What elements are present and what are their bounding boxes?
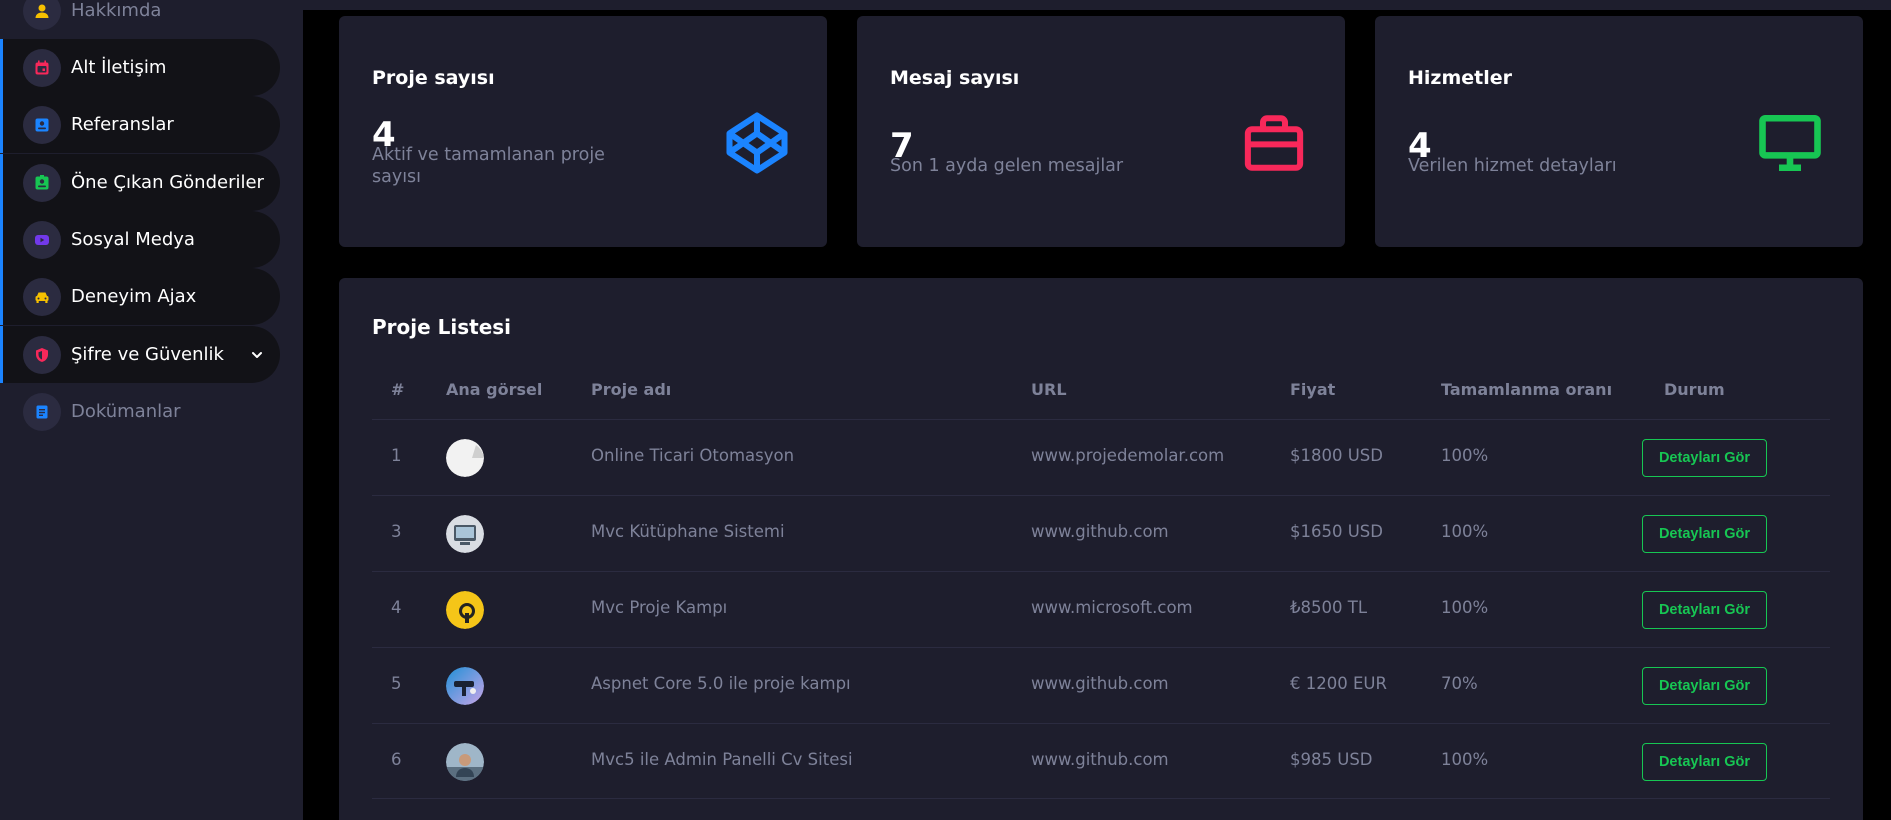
stat-title: Mesaj sayısı <box>890 67 1020 89</box>
cell-project-name: Online Ticari Otomasyon <box>591 446 795 465</box>
chevron-down-icon[interactable] <box>250 347 264 366</box>
cell-price: ₺8500 TL <box>1290 598 1368 617</box>
sidebar-item-deneyim-ajax[interactable]: Deneyim Ajax <box>0 268 280 325</box>
briefcase-icon <box>1241 110 1307 180</box>
cell-url: www.github.com <box>1031 522 1169 541</box>
cell-url: www.microsoft.com <box>1031 598 1193 617</box>
sidebar-item-label: Alt İletişim <box>71 57 167 78</box>
featured-badge-icon <box>23 163 61 202</box>
details-button[interactable]: Detayları Gör <box>1642 743 1767 781</box>
user-icon <box>23 0 61 30</box>
column-header-name: Proje adı <box>591 380 672 399</box>
table-row: 4 Mvc Proje Kampı www.microsoft.com ₺850… <box>372 571 1830 647</box>
sidebar-item-one-cikan-gonderiler[interactable]: Öne Çıkan Gönderiler <box>0 154 280 211</box>
column-header-id: # <box>391 380 405 399</box>
shield-icon <box>23 335 61 374</box>
project-thumbnail <box>446 667 484 705</box>
stat-card-messages: Mesaj sayısı 7 Son 1 ayda gelen mesajlar <box>857 16 1345 247</box>
project-thumbnail <box>446 743 484 781</box>
sidebar-item-label: Şifre ve Güvenlik <box>71 344 224 365</box>
cell-price: $1650 USD <box>1290 522 1383 541</box>
table-row: 1 Online Ticari Otomasyon www.projedemol… <box>372 419 1830 495</box>
contact-card-icon <box>23 105 61 144</box>
cell-url: www.projedemolar.com <box>1031 446 1225 465</box>
project-list-card: Proje Listesi # Ana görsel Proje adı URL… <box>339 278 1863 820</box>
sidebar-item-label: Deneyim Ajax <box>71 286 197 307</box>
cell-price: $985 USD <box>1290 750 1373 769</box>
cell-project-name: Mvc Proje Kampı <box>591 598 728 617</box>
document-icon <box>23 392 61 431</box>
cell-project-name: Aspnet Core 5.0 ile proje kampı <box>591 674 851 693</box>
sidebar-item-label: Referanslar <box>71 114 174 135</box>
details-button[interactable]: Detayları Gör <box>1642 591 1767 629</box>
cell-progress: 100% <box>1441 522 1489 541</box>
sidebar-item-sifre-ve-guvenlik[interactable]: Şifre ve Güvenlik <box>0 326 280 383</box>
project-thumbnail <box>446 439 484 477</box>
stat-description: Son 1 ayda gelen mesajlar <box>890 156 1124 176</box>
car-icon <box>23 277 61 316</box>
cell-url: www.github.com <box>1031 750 1169 769</box>
cell-id: 1 <box>391 446 402 465</box>
cell-project-name: Mvc Kütüphane Sistemi <box>591 522 785 541</box>
cell-id: 5 <box>391 674 402 693</box>
stat-card-services: Hizmetler 4 Verilen hizmet detayları <box>1375 16 1863 247</box>
cell-price: $1800 USD <box>1290 446 1383 465</box>
column-header-url: URL <box>1031 380 1067 399</box>
column-header-price: Fiyat <box>1290 380 1336 399</box>
column-header-image: Ana görsel <box>446 380 543 399</box>
stat-title: Proje sayısı <box>372 67 495 89</box>
details-button[interactable]: Detayları Gör <box>1642 667 1767 705</box>
cell-progress: 70% <box>1441 674 1478 693</box>
details-button[interactable]: Detayları Gör <box>1642 439 1767 477</box>
project-thumbnail <box>446 591 484 629</box>
sidebar-item-label: Hakkımda <box>71 0 162 21</box>
column-header-status: Durum <box>1664 380 1725 399</box>
cell-id: 3 <box>391 522 402 541</box>
sidebar-item-hakkimda[interactable]: Hakkımda <box>0 0 280 39</box>
table-row: 3 Mvc Kütüphane Sistemi www.github.com $… <box>372 495 1830 571</box>
table-row: 6 Mvc5 ile Admin Panelli Cv Sitesi www.g… <box>372 723 1830 799</box>
stat-title: Hizmetler <box>1408 67 1513 89</box>
sidebar-item-alt-iletisim[interactable]: Alt İletişim <box>0 39 280 96</box>
header-bar <box>303 0 1891 10</box>
cell-project-name: Mvc5 ile Admin Panelli Cv Sitesi <box>591 750 853 769</box>
details-button[interactable]: Detayları Gör <box>1642 515 1767 553</box>
youtube-icon <box>23 220 61 259</box>
column-header-progress: Tamamlanma oranı <box>1441 380 1613 399</box>
cell-price: € 1200 EUR <box>1290 674 1387 693</box>
cell-progress: 100% <box>1441 598 1489 617</box>
stat-description: Aktif ve tamamlanan proje sayısı <box>372 145 605 187</box>
table-row: 5 Aspnet Core 5.0 ile proje kampı www.gi… <box>372 647 1830 723</box>
sidebar-item-dokumanlar[interactable]: Dokümanlar <box>0 383 280 440</box>
cell-id: 4 <box>391 598 402 617</box>
stat-description: Verilen hizmet detayları <box>1408 156 1617 176</box>
codepen-icon <box>724 110 790 180</box>
stat-card-projects: Proje sayısı 4 Aktif ve tamamlanan proje… <box>339 16 827 247</box>
sidebar: Hakkımda Alt İletişim Referanslar Öne Çı… <box>0 0 303 820</box>
sidebar-item-sosyal-medya[interactable]: Sosyal Medya <box>0 211 280 268</box>
cell-url: www.github.com <box>1031 674 1169 693</box>
monitor-icon <box>1755 110 1825 180</box>
sidebar-item-label: Öne Çıkan Gönderiler <box>71 172 264 193</box>
cell-id: 6 <box>391 750 402 769</box>
project-list-title: Proje Listesi <box>372 315 512 339</box>
sidebar-item-label: Sosyal Medya <box>71 229 195 250</box>
cell-progress: 100% <box>1441 446 1489 465</box>
cell-progress: 100% <box>1441 750 1489 769</box>
sidebar-item-referanslar[interactable]: Referanslar <box>0 96 280 153</box>
sidebar-item-label: Dokümanlar <box>71 401 181 422</box>
project-thumbnail <box>446 515 484 553</box>
calendar-icon <box>23 48 61 87</box>
